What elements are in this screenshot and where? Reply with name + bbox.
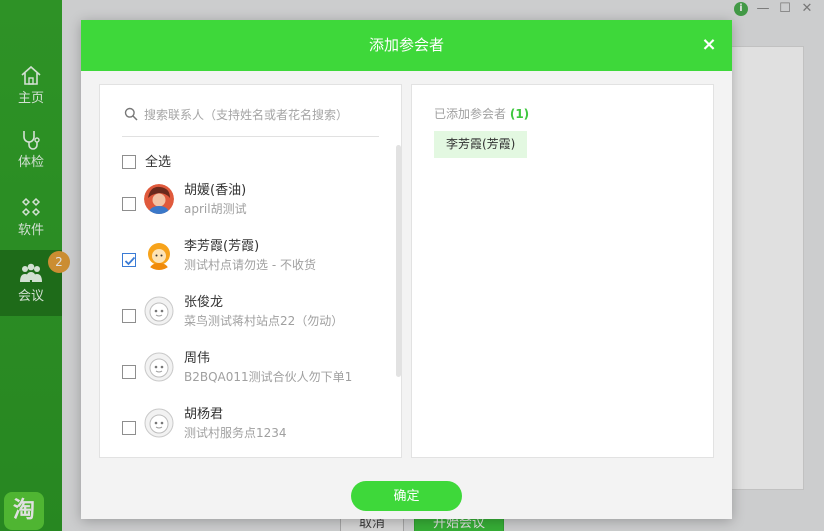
contact-name: 胡杨君 — [184, 407, 224, 422]
contact-subtitle: B2BQA011测试合伙人勿下单1 — [184, 370, 353, 384]
search-input[interactable] — [144, 105, 374, 125]
list-item[interactable]: 张俊龙 菜鸟测试蒋村站点22（勿动） — [100, 287, 392, 343]
contact-name: 张俊龙 — [184, 295, 224, 310]
search-icon — [124, 107, 138, 121]
list-item[interactable]: 周伟 B2BQA011测试合伙人勿下单1 — [100, 343, 392, 399]
avatar — [144, 352, 174, 382]
contact-subtitle: 菜鸟测试蒋村站点22（勿动） — [184, 314, 344, 328]
contacts-panel: 全选 胡媛(香油) april胡测试 — [99, 84, 402, 458]
added-title-label: 已添加参会者 — [434, 107, 507, 121]
list-item[interactable]: 李芳霞(芳霞) 测试村点请勿选 - 不收货 — [100, 231, 392, 287]
select-all-checkbox[interactable] — [122, 155, 136, 169]
contact-subtitle: april胡测试 — [184, 202, 247, 216]
select-all-label: 全选 — [145, 155, 172, 170]
dialog-title: 添加参会者 — [368, 36, 444, 54]
dialog-header: 添加参会者 × — [81, 20, 732, 71]
added-count: (1) — [509, 107, 530, 121]
contact-checkbox[interactable] — [122, 309, 136, 323]
contact-subtitle: 测试村点请勿选 - 不收货 — [184, 258, 316, 272]
contact-list-scrollbar[interactable] — [396, 145, 401, 377]
contact-name: 周伟 — [184, 351, 211, 366]
list-item[interactable]: 胡媛(香油) april胡测试 — [100, 175, 392, 231]
contact-list: 全选 胡媛(香油) april胡测试 李芳霞(芳霞) 测试村点请勿选 - 不收货… — [100, 145, 392, 455]
contact-name: 胡媛(香油) — [184, 183, 247, 198]
added-participant-chip[interactable]: 李芳霞(芳霞) — [434, 131, 528, 158]
avatar — [144, 184, 174, 214]
add-participants-dialog: 添加参会者 × 全选 — [81, 20, 732, 519]
contact-checkbox[interactable] — [122, 365, 136, 379]
avatar — [144, 240, 174, 270]
contact-checkbox[interactable] — [122, 421, 136, 435]
avatar — [144, 296, 174, 326]
contact-name: 李芳霞(芳霞) — [184, 239, 260, 254]
contact-checkbox[interactable] — [122, 253, 136, 267]
contact-checkbox[interactable] — [122, 197, 136, 211]
added-title: 已添加参会者 (1) — [434, 105, 529, 122]
close-icon[interactable]: × — [700, 36, 718, 54]
list-item[interactable]: 胡杨君 测试村服务点1234 — [100, 399, 392, 455]
search-box — [122, 103, 379, 137]
contact-subtitle: 测试村服务点1234 — [184, 426, 287, 440]
checkmark-icon — [124, 256, 136, 266]
added-panel: 已添加参会者 (1) 李芳霞(芳霞) — [411, 84, 714, 458]
avatar — [144, 408, 174, 438]
confirm-button[interactable]: 确定 — [351, 481, 462, 511]
